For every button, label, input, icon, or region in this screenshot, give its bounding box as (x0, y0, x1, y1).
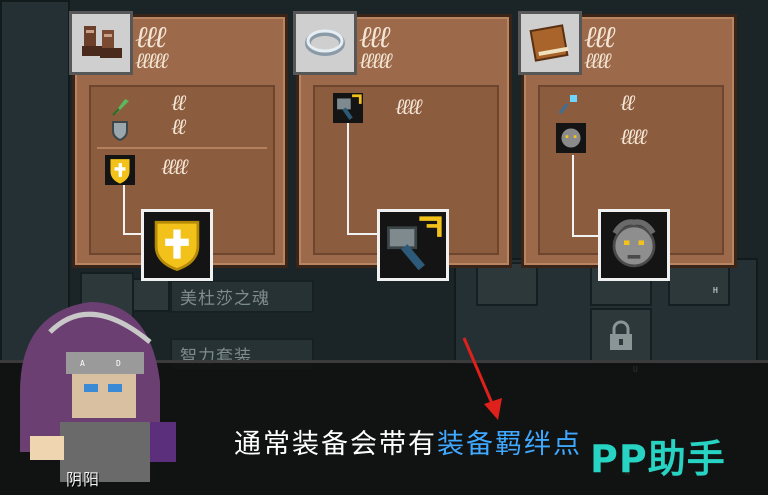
hammer-icon (387, 216, 442, 271)
stat-scribble: ℓℓ (171, 91, 186, 116)
set-bonus-scribble: ℓℓℓℓ (395, 95, 423, 120)
set-item-slot[interactable] (377, 209, 449, 281)
holy-shield-icon (105, 155, 135, 185)
gorgon-head-icon (612, 219, 656, 268)
stat-scribble: ℓℓ (620, 91, 635, 116)
connector-line (123, 185, 125, 235)
hammer-icon (333, 93, 363, 123)
speaker-name: 阴阳 (66, 470, 101, 489)
connector-line (123, 233, 143, 235)
ring-icon (305, 29, 345, 56)
gorgon-head-icon (556, 123, 586, 153)
connector-line (347, 123, 349, 235)
speaker-portrait: A D (20, 302, 176, 482)
equipment-card-ring: ℓℓℓ ℓℓℓℓℓ ℓℓℓℓ (293, 11, 512, 281)
book-icon (529, 24, 569, 62)
connector-line (347, 233, 379, 235)
set-item-slot[interactable] (141, 209, 213, 281)
dialog-text: 通常装备会带有装备羁绊点 (234, 422, 582, 461)
item-desc-scribble: ℓℓℓℓℓ (359, 49, 393, 74)
dialog-text-plain: 通常装备会带有 (234, 429, 437, 460)
dialog-text-highlight: 装备羁绊点 (437, 429, 582, 460)
set-bonus-scribble: ℓℓℓℓ (161, 155, 189, 180)
item-icon-frame[interactable] (69, 11, 133, 75)
equip-slot[interactable] (668, 262, 730, 306)
hint-key: H (713, 286, 718, 295)
item-icon-frame[interactable] (518, 11, 582, 75)
connector-line (572, 155, 574, 237)
boots-icon (82, 26, 122, 58)
equip-slot[interactable] (476, 262, 538, 306)
stat-scribble: ℓℓ (171, 115, 186, 140)
feather-icon (112, 99, 129, 116)
svg-text:A: A (80, 359, 85, 368)
item-desc-scribble: ℓℓℓℓℓ (135, 49, 169, 74)
svg-text:D: D (116, 359, 121, 368)
staff-icon (558, 95, 577, 115)
connector-line (572, 235, 600, 237)
equipment-card-boots: ℓℓℓ ℓℓℓℓℓ ℓℓ ℓℓ ℓℓℓℓ (69, 11, 288, 281)
holy-shield-icon (154, 220, 200, 271)
lock-icon (610, 320, 632, 350)
set-item-slot[interactable] (598, 209, 670, 281)
set-bonus-scribble: ℓℓℓℓ (620, 125, 648, 150)
item-icon-frame[interactable] (293, 11, 357, 75)
red-arrow-annotation (462, 337, 502, 420)
item-desc-scribble: ℓℓℓℓ (584, 49, 612, 74)
watermark: PP助手 (590, 437, 726, 481)
shield-icon (112, 121, 128, 141)
equipment-card-book: ℓℓℓ ℓℓℓℓ ℓℓ ℓℓℓℓ (518, 11, 737, 281)
lock-slot[interactable] (590, 308, 652, 364)
